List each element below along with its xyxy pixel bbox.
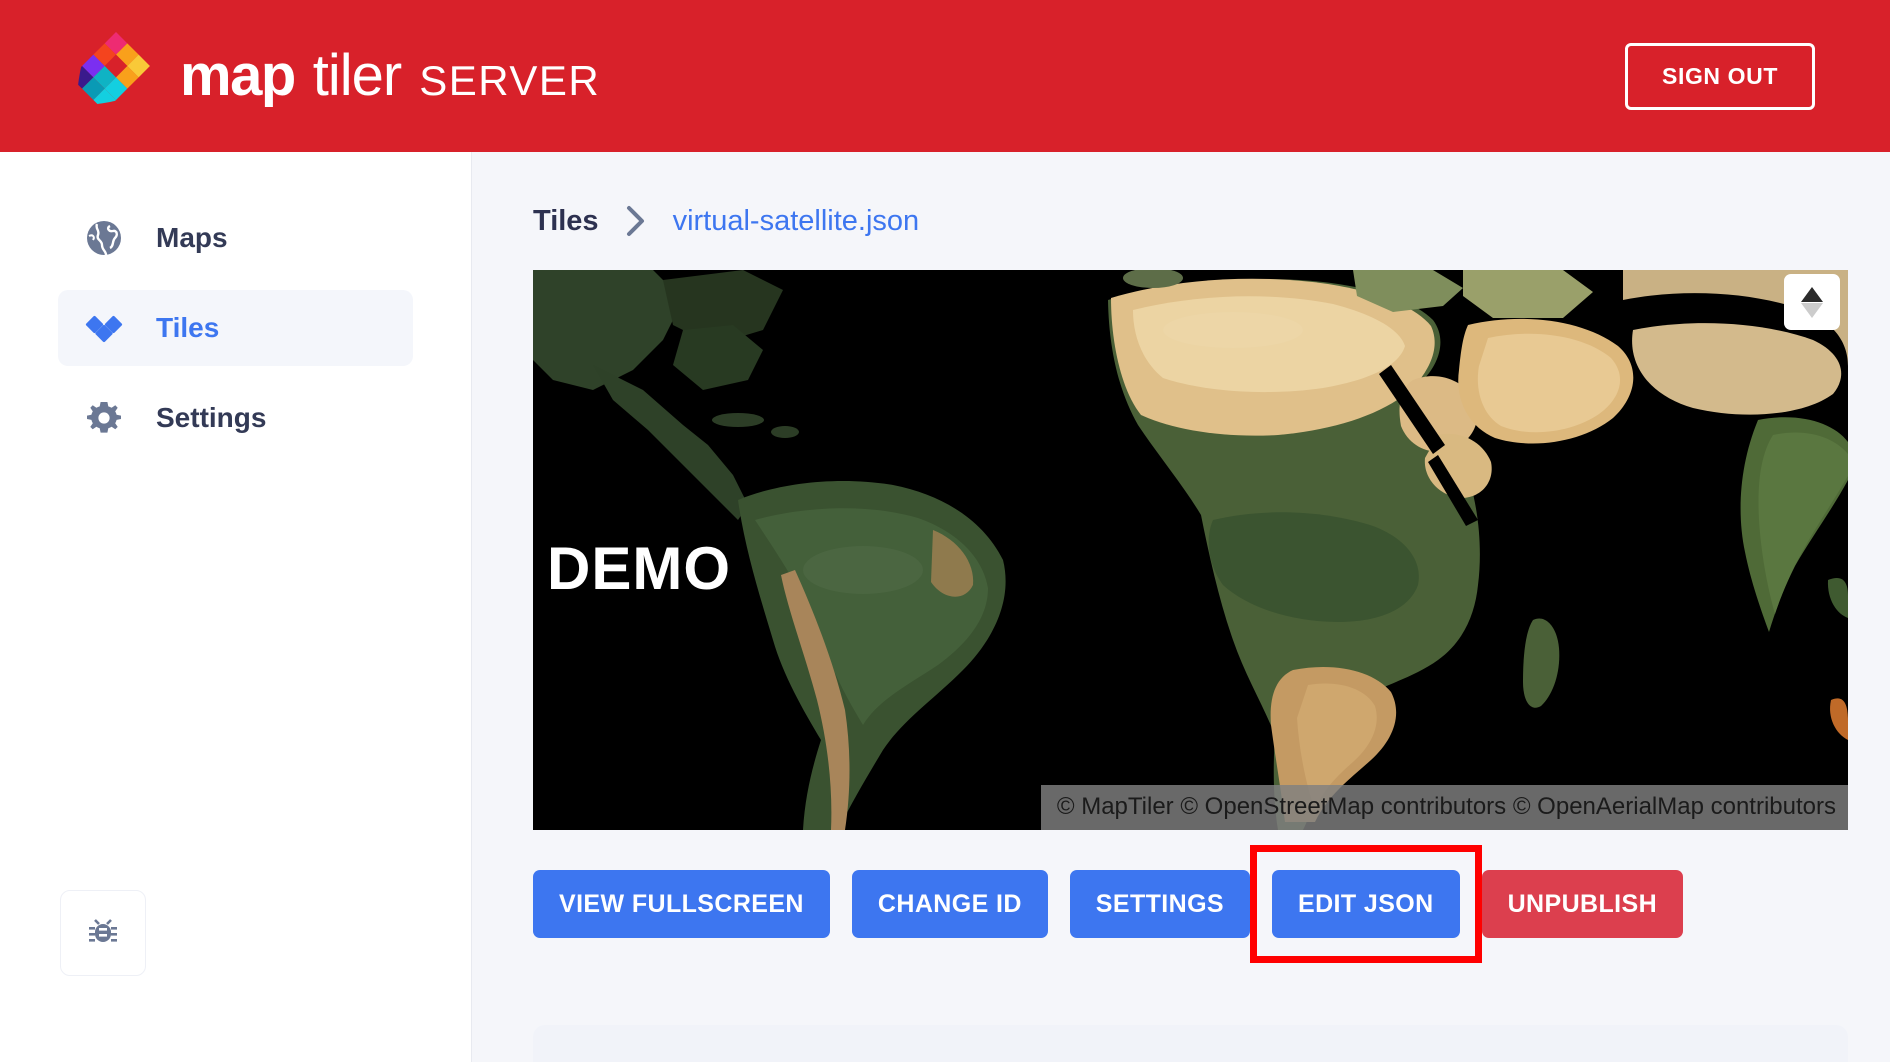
chevron-right-icon bbox=[625, 204, 647, 238]
maptiler-pin-logo-icon bbox=[78, 30, 154, 122]
tile-actions-toolbar: VIEW FULLSCREEN CHANGE ID SETTINGS EDIT … bbox=[533, 870, 1683, 938]
bug-icon bbox=[82, 910, 124, 957]
brand-server-text: SERVER bbox=[419, 60, 600, 102]
breadcrumb-current-link[interactable]: virtual-satellite.json bbox=[673, 205, 920, 238]
details-panel bbox=[533, 1025, 1848, 1062]
brand-wordmark: map tiler SERVER bbox=[180, 47, 600, 105]
compass-up-arrow bbox=[1801, 287, 1823, 302]
breadcrumb-root-link[interactable]: Tiles bbox=[533, 205, 599, 238]
change-id-button[interactable]: CHANGE ID bbox=[852, 870, 1048, 938]
brand-map-text: map bbox=[180, 47, 295, 105]
map-attribution: © MapTiler © OpenStreetMap contributors … bbox=[1041, 785, 1848, 830]
map-preview[interactable]: r DEMO © MapTiler © OpenStreetMap contri… bbox=[533, 270, 1848, 830]
debug-button[interactable] bbox=[60, 890, 146, 976]
sidebar-item-label: Maps bbox=[156, 222, 228, 254]
edit-json-button[interactable]: EDIT JSON bbox=[1272, 870, 1460, 938]
sidebar-item-label: Settings bbox=[156, 402, 266, 434]
sidebar-nav: Maps Tiles Settings bbox=[0, 152, 471, 456]
globe-icon bbox=[82, 216, 126, 260]
compass-north-icon[interactable] bbox=[1784, 274, 1840, 330]
main-content: Tiles virtual-satellite.json bbox=[472, 152, 1890, 1062]
sidebar-item-settings[interactable]: Settings bbox=[58, 380, 413, 456]
view-fullscreen-button[interactable]: VIEW FULLSCREEN bbox=[533, 870, 830, 938]
gear-icon bbox=[82, 396, 126, 440]
sign-out-button[interactable]: SIGN OUT bbox=[1625, 43, 1815, 110]
app-header: map tiler SERVER SIGN OUT bbox=[0, 0, 1890, 152]
unpublish-button[interactable]: UNPUBLISH bbox=[1482, 870, 1683, 938]
brand: map tiler SERVER bbox=[0, 30, 600, 122]
sidebar: Maps Tiles Settings bbox=[0, 152, 472, 1062]
settings-button[interactable]: SETTINGS bbox=[1070, 870, 1250, 938]
sidebar-item-label: Tiles bbox=[156, 312, 219, 344]
edit-json-highlight-wrapper: EDIT JSON bbox=[1272, 870, 1460, 938]
brand-tiler-text: tiler bbox=[313, 47, 401, 105]
map-watermark: r DEMO bbox=[533, 534, 731, 603]
breadcrumb: Tiles virtual-satellite.json bbox=[472, 152, 1890, 248]
compass-down-arrow bbox=[1801, 303, 1823, 318]
sidebar-item-maps[interactable]: Maps bbox=[58, 200, 413, 276]
sidebar-item-tiles[interactable]: Tiles bbox=[58, 290, 413, 366]
tiles-icon bbox=[82, 306, 126, 350]
